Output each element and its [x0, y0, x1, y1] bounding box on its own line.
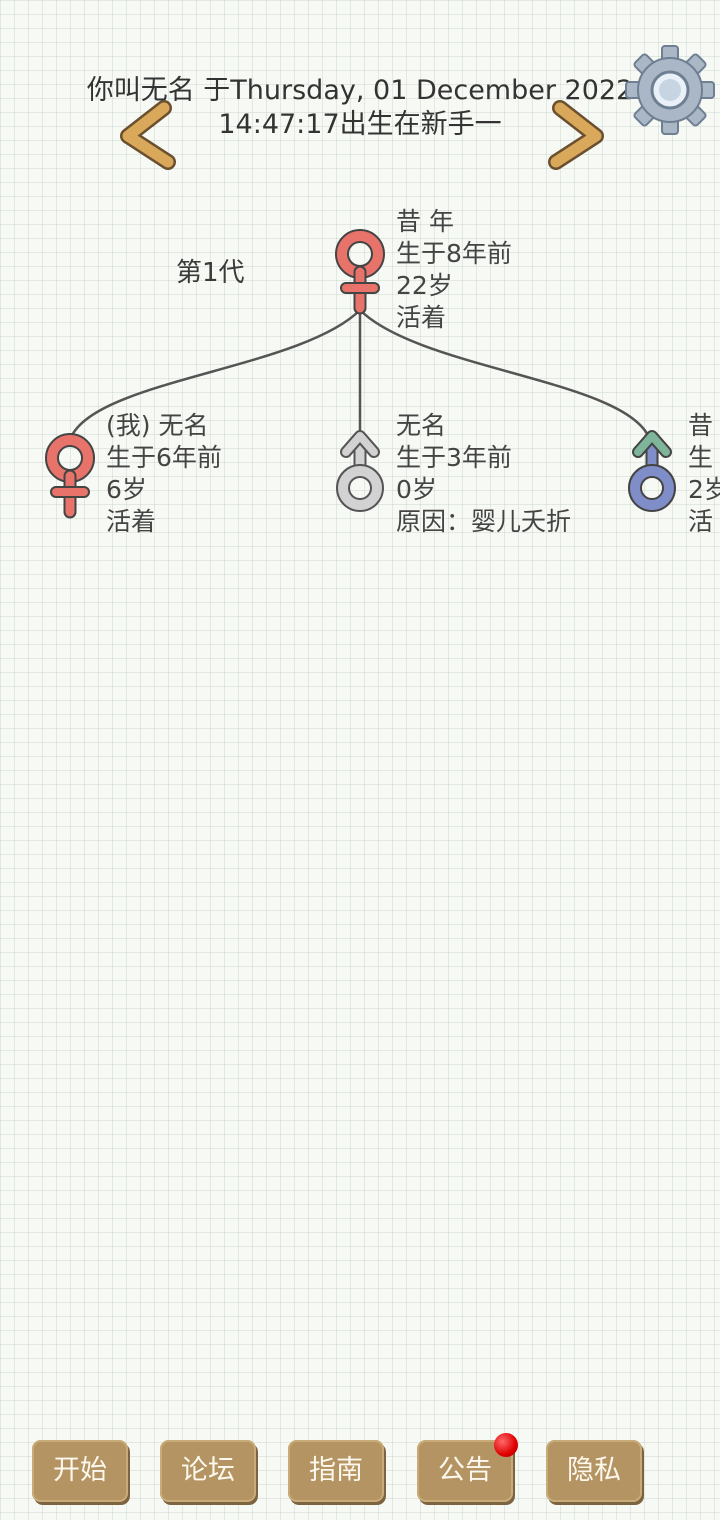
start-button[interactable]: 开始	[32, 1440, 128, 1502]
child-status: 活着	[106, 507, 157, 536]
child-name: (我) 无名	[106, 411, 209, 440]
child-info-me: (我) 无名 生于6年前 6岁 活着	[106, 410, 222, 538]
privacy-button[interactable]: 隐私	[546, 1440, 642, 1502]
child-node-me[interactable]	[44, 432, 96, 519]
child-born: 生于3年前	[396, 443, 512, 472]
parent-born: 生于8年前	[396, 239, 512, 268]
child-node-deceased[interactable]	[334, 430, 386, 514]
notification-badge	[494, 1433, 518, 1457]
parent-node[interactable]	[334, 228, 386, 315]
child-age: 2岁	[688, 475, 720, 504]
child-born: 生于6年前	[106, 443, 222, 472]
parent-info: 昔 年 生于8年前 22岁 活着	[396, 206, 512, 334]
guide-button[interactable]: 指南	[288, 1440, 384, 1502]
child-death-cause: 原因：婴儿夭折	[396, 507, 572, 536]
parent-status: 活着	[396, 303, 447, 332]
female-symbol-icon	[335, 229, 385, 315]
child-name: 无名	[396, 411, 447, 440]
child-info-deceased: 无名 生于3年前 0岁 原因：婴儿夭折	[396, 410, 571, 538]
child-age: 0岁	[396, 475, 437, 504]
parent-name: 昔 年	[396, 207, 454, 236]
parent-age: 22岁	[396, 271, 453, 300]
child-info-male: 昔 生 2岁 活	[688, 410, 720, 538]
female-symbol-icon	[45, 433, 95, 519]
forum-button[interactable]: 论坛	[160, 1440, 256, 1502]
male-symbol-icon	[336, 430, 384, 512]
male-symbol-icon	[628, 430, 676, 512]
child-node-male[interactable]	[626, 430, 678, 514]
child-age: 6岁	[106, 475, 147, 504]
child-born: 生	[688, 443, 714, 472]
child-status: 活	[688, 507, 714, 536]
child-name: 昔	[688, 411, 714, 440]
